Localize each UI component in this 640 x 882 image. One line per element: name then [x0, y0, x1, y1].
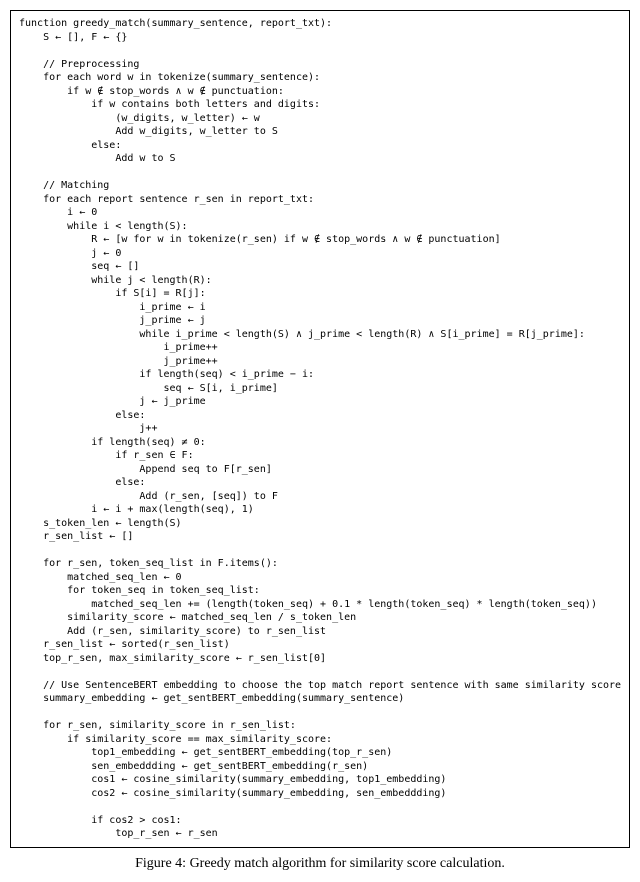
- figure-caption: Figure 4: Greedy match algorithm for sim…: [10, 856, 630, 872]
- pseudocode-listing: function greedy_match(summary_sentence, …: [10, 10, 630, 848]
